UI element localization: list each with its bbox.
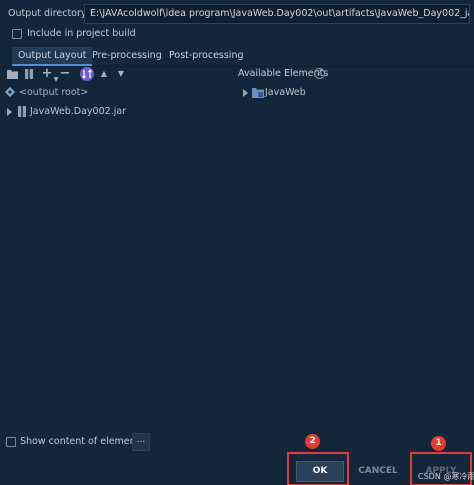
more-button[interactable]: ... [132, 433, 150, 451]
tree-item-label: JavaWeb.Day002.jar [30, 106, 127, 117]
output-root-icon [5, 87, 15, 100]
output-directory-label: Output directory: [8, 8, 90, 19]
add-icon[interactable]: + [40, 67, 54, 81]
archive-icon[interactable] [24, 69, 34, 83]
tab-pre-processing[interactable]: Pre-processing [86, 47, 168, 66]
expand-arrow-icon[interactable] [243, 89, 248, 97]
show-content-checkbox[interactable] [6, 437, 16, 447]
annotation-badge-apply: 1 [431, 436, 446, 451]
show-content-label: Show content of elements [20, 436, 145, 447]
jar-icon [18, 106, 26, 120]
output-directory-input[interactable]: E:\JAVAcoldwolf\idea program\JavaWeb.Day… [84, 4, 470, 24]
watermark: CSDN @寒冷雨 [418, 472, 474, 481]
folder-icon[interactable] [6, 69, 18, 83]
move-up-icon[interactable]: ▲ [99, 67, 109, 81]
remove-icon[interactable]: − [58, 67, 72, 81]
expand-arrow-icon[interactable] [7, 108, 12, 116]
available-item-label: JavaWeb [265, 87, 306, 98]
include-in-build-label: Include in project build [27, 28, 136, 39]
annotation-badge-ok: 2 [305, 434, 320, 449]
help-icon[interactable]: ? [314, 68, 325, 79]
sort-icon[interactable] [80, 67, 94, 81]
include-in-build-checkbox[interactable] [12, 29, 22, 39]
tab-output-layout[interactable]: Output Layout [12, 47, 93, 66]
tab-post-processing[interactable]: Post-processing [163, 47, 250, 66]
module-folder-icon [252, 87, 264, 101]
cancel-button[interactable]: CANCEL [354, 461, 402, 482]
move-down-icon[interactable]: ▼ [116, 67, 126, 81]
ok-button[interactable]: OK [296, 461, 344, 482]
layout-toolbar: + ▼ − ▲ ▼ [0, 67, 236, 83]
tree-item-label: <output root> [19, 87, 89, 98]
